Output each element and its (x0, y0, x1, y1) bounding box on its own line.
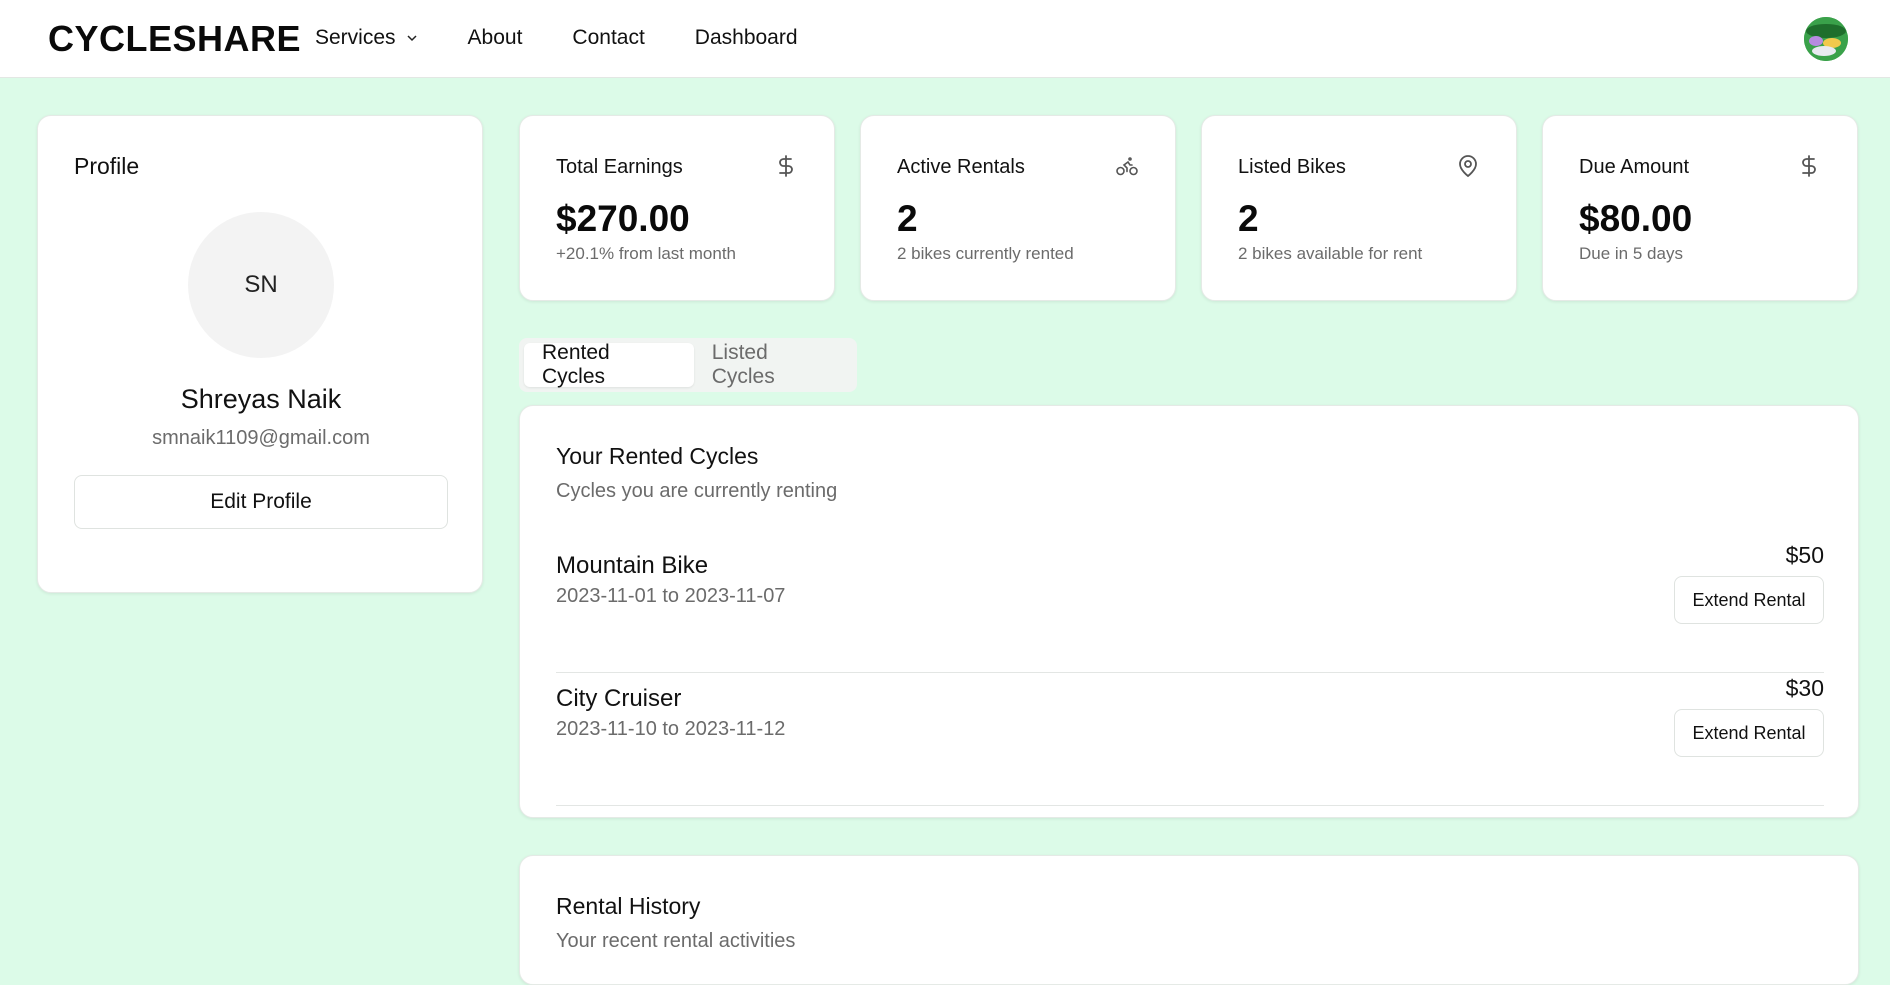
stat-title: Listed Bikes (1238, 156, 1346, 178)
list-item: Mountain Bike 2023-11-01 to 2023-11-07 $… (556, 540, 1824, 673)
section-title: Rental History (556, 893, 701, 919)
stat-title: Due Amount (1579, 156, 1690, 178)
nav-contact[interactable]: Contact (572, 26, 644, 50)
chevron-down-icon (407, 35, 417, 42)
rental-name: City Cruiser (556, 685, 682, 712)
rental-dates: 2023-11-01 to 2023-11-07 (556, 585, 786, 607)
tab-rented-cycles[interactable]: Rented Cycles (524, 341, 694, 388)
dollar-icon (1802, 155, 1816, 177)
stat-value: $270.00 (556, 198, 690, 239)
stat-value: $80.00 (1579, 198, 1693, 239)
nav-dashboard[interactable]: Dashboard (695, 26, 798, 50)
tab-listed-cycles[interactable]: Listed Cycles (694, 341, 852, 388)
stat-subtext: 2 bikes available for rent (1238, 244, 1423, 263)
rental-history-card: Rental History Your recent rental activi… (519, 855, 1859, 985)
profile-name: Shreyas Naik (180, 384, 342, 414)
brand-logo[interactable]: CYCLESHARE (48, 18, 301, 60)
rental-dates: 2023-11-10 to 2023-11-12 (556, 718, 786, 740)
nav-about[interactable]: About (468, 26, 523, 50)
stat-subtext: Due in 5 days (1579, 244, 1683, 263)
profile-card: Profile SN Shreyas Naik smnaik1109@gmail… (37, 115, 483, 593)
top-navbar: CYCLESHARE Services About Contact Dashbo… (0, 0, 1890, 78)
stat-subtext: 2 bikes currently rented (897, 244, 1074, 263)
map-pin-icon (1459, 155, 1477, 178)
profile-avatar: SN (188, 212, 334, 358)
rental-name: Mountain Bike (556, 552, 709, 579)
stat-subtext: +20.1% from last month (556, 244, 737, 263)
user-avatar[interactable] (1804, 17, 1848, 61)
main-nav: Services About Contact Dashboard (315, 26, 848, 50)
stat-card-total-earnings: Total Earnings $270.00 +20.1% from last … (519, 115, 835, 301)
rental-price: $50 (1785, 542, 1824, 568)
section-subtitle: Your recent rental activities (556, 930, 796, 952)
avatar-image-icon (1804, 17, 1848, 61)
stat-card-active-rentals: Active Rentals 2 2 bikes currently rente… (860, 115, 1176, 301)
nav-services[interactable]: Services (315, 26, 418, 50)
profile-initials: SN (244, 271, 278, 298)
edit-profile-button[interactable]: Edit Profile (74, 475, 448, 529)
bike-icon (1116, 157, 1138, 176)
cycles-tabs: Rented Cycles Listed Cycles (519, 338, 857, 392)
profile-title: Profile (74, 153, 140, 179)
nav-services-label: Services (315, 26, 396, 49)
stat-title: Active Rentals (897, 156, 1025, 178)
rented-cycles-card: Your Rented Cycles Cycles you are curren… (519, 405, 1859, 818)
stat-value: 2 (897, 198, 918, 239)
stat-card-listed-bikes: Listed Bikes 2 2 bikes available for ren… (1201, 115, 1517, 301)
extend-rental-button[interactable]: Extend Rental (1674, 576, 1824, 624)
dollar-icon (779, 155, 793, 177)
section-subtitle: Cycles you are currently renting (556, 480, 838, 502)
stat-card-due-amount: Due Amount $80.00 Due in 5 days (1542, 115, 1858, 301)
list-item: City Cruiser 2023-11-10 to 2023-11-12 $3… (556, 673, 1824, 806)
profile-email: smnaik1109@gmail.com (152, 427, 370, 449)
section-title: Your Rented Cycles (556, 443, 759, 469)
stat-value: 2 (1238, 198, 1259, 239)
rental-price: $30 (1785, 675, 1824, 701)
extend-rental-button[interactable]: Extend Rental (1674, 709, 1824, 757)
stat-title: Total Earnings (556, 156, 683, 178)
